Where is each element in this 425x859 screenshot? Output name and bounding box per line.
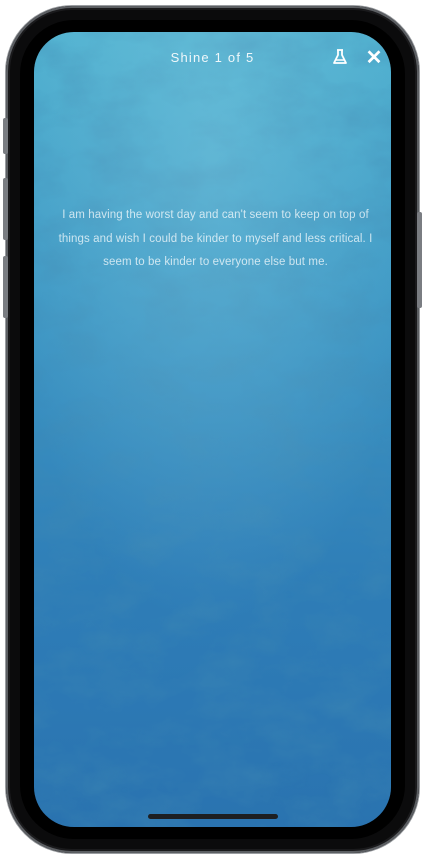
mute-switch <box>3 118 8 154</box>
volume-down-button <box>3 256 8 318</box>
water-texture-background <box>34 32 391 827</box>
shine-message-text: I am having the worst day and can't seem… <box>58 209 373 268</box>
flask-icon[interactable] <box>329 46 351 68</box>
volume-up-button <box>3 178 8 240</box>
power-button <box>417 212 422 308</box>
app-screen: Shine 1 of 5 ✕ I am having the worst day… <box>34 32 391 827</box>
close-icon[interactable]: ✕ <box>363 46 385 69</box>
header-bar: Shine 1 of 5 ✕ <box>34 32 391 84</box>
home-indicator[interactable] <box>147 814 278 819</box>
